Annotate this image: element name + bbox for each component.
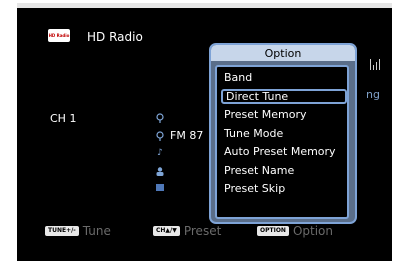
tune-label: Tune — [82, 224, 111, 238]
tv-screen: HD Radio HD Radio ng CH 1 FM 87 ♪ TUNE+/… — [17, 3, 392, 261]
source-name: HD Radio — [87, 30, 143, 44]
option-key-badge: OPTION — [257, 226, 289, 236]
menu-item-band[interactable]: Band — [221, 70, 347, 85]
hd-radio-logo-icon: HD Radio — [48, 29, 70, 42]
tune-key-badge: TUNE+/- — [45, 226, 79, 236]
channel-label: CH 1 — [50, 112, 77, 125]
partial-status-text: ng — [366, 88, 380, 101]
frequency-text: FM 87 — [170, 129, 204, 142]
music-note-icon: ♪ — [157, 148, 163, 158]
option-menu-title: Option — [211, 45, 355, 61]
menu-item-auto-preset-memory[interactable]: Auto Preset Memory — [221, 144, 347, 159]
option-menu-panel: Option Band Direct Tune Preset Memory Tu… — [209, 43, 357, 224]
tune-hint: TUNE+/- Tune — [45, 224, 111, 238]
preset-key-badge: CH▲/▼ — [153, 226, 180, 236]
menu-item-preset-skip[interactable]: Preset Skip — [221, 181, 347, 196]
menu-item-preset-memory[interactable]: Preset Memory — [221, 107, 347, 122]
station-icon — [155, 113, 165, 123]
menu-item-tune-mode[interactable]: Tune Mode — [221, 126, 347, 141]
option-hint: OPTION Option — [257, 224, 333, 238]
station-icon — [155, 131, 165, 141]
preset-hint: CH▲/▼ Preset — [153, 224, 221, 238]
signal-strength-icon — [370, 59, 382, 70]
pty-icon — [156, 184, 164, 191]
top-bar — [17, 3, 392, 8]
menu-item-preset-name[interactable]: Preset Name — [221, 163, 347, 178]
option-menu-list: Band Direct Tune Preset Memory Tune Mode… — [215, 65, 349, 219]
artist-icon — [155, 166, 165, 176]
option-label: Option — [292, 224, 334, 238]
preset-label: Preset — [183, 224, 222, 238]
menu-item-direct-tune[interactable]: Direct Tune — [221, 89, 347, 104]
